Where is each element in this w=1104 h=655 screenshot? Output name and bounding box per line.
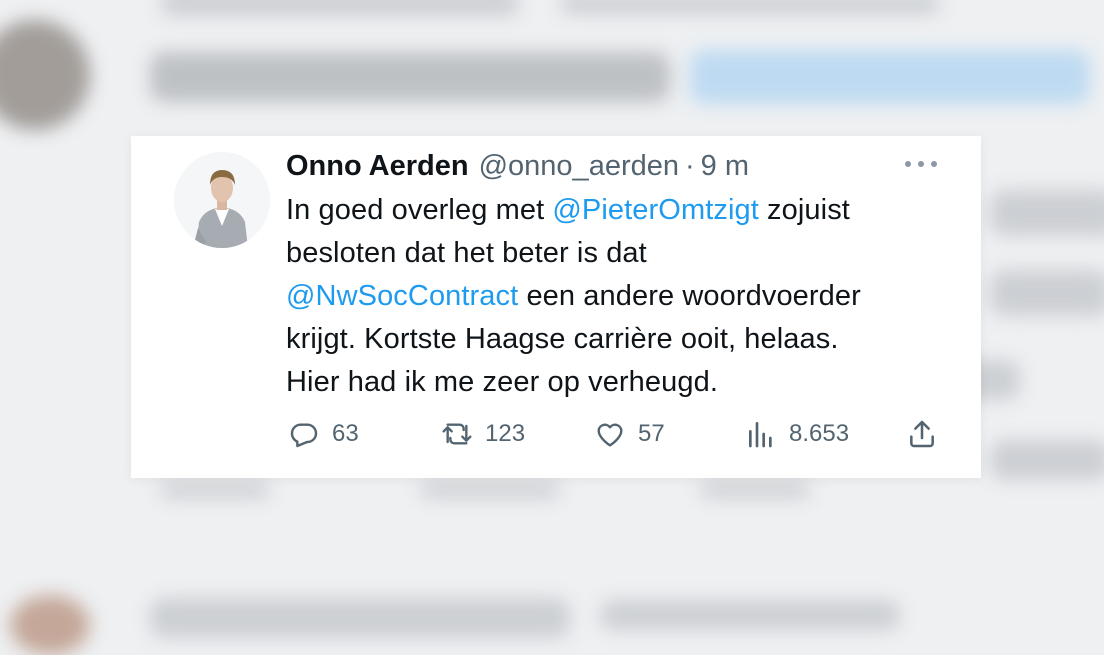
background-text-bar xyxy=(160,0,520,16)
like-button[interactable]: 57 xyxy=(594,416,665,452)
author-name[interactable]: Onno Aerden xyxy=(286,148,469,184)
text-segment: Hier had ik me zeer op verheugd. xyxy=(286,366,718,398)
tweet-line: krijgt. Kortste Haagse carrière ooit, he… xyxy=(286,318,976,361)
reply-bubble-icon xyxy=(290,423,318,448)
background-text-bar xyxy=(990,440,1104,480)
tweet-text: In goed overleg met @PieterOmtzigt zojui… xyxy=(286,189,976,404)
views-chart-icon xyxy=(749,422,772,448)
background-text-bar xyxy=(990,190,1104,236)
more-dot xyxy=(918,161,924,167)
views-count: 8.653 xyxy=(789,420,850,447)
text-segment: zojuist xyxy=(758,194,850,226)
background-text-bar xyxy=(700,482,810,498)
background-text-bar xyxy=(420,482,560,498)
separator-dot: · xyxy=(685,150,695,182)
mention-link[interactable]: @PieterOmtzigt xyxy=(552,194,759,226)
reply-count: 63 xyxy=(332,420,359,447)
text-segment: besloten dat het beter is dat xyxy=(286,237,647,269)
background-text-bar xyxy=(150,52,670,102)
tweet-timestamp[interactable]: 9 m xyxy=(701,148,749,184)
author-avatar[interactable] xyxy=(174,152,270,248)
text-segment: In goed overleg met xyxy=(286,194,553,226)
tweet-line: In goed overleg met @PieterOmtzigt zojui… xyxy=(286,189,976,232)
background-text-bar xyxy=(160,482,270,498)
retweet-button[interactable]: 123 xyxy=(441,416,525,452)
author-handle[interactable]: @onno_aerden xyxy=(479,148,679,184)
share-button[interactable] xyxy=(906,416,938,452)
more-dot xyxy=(905,161,911,167)
tweet-line: besloten dat het beter is dat xyxy=(286,232,976,275)
tweet-actions: 63 123 57 8.653 xyxy=(288,416,938,452)
background-text-bar xyxy=(600,600,900,630)
background-avatar xyxy=(10,595,90,655)
text-segment: krijgt. Kortste Haagse carrière ooit, he… xyxy=(286,323,839,355)
more-dot xyxy=(931,161,937,167)
share-upload-icon xyxy=(910,420,934,448)
background-text-bar xyxy=(150,598,570,638)
text-segment: een andere woordvoerder xyxy=(518,280,861,312)
retweet-icon xyxy=(442,423,472,445)
retweet-count: 123 xyxy=(485,420,526,447)
heart-icon xyxy=(597,423,623,447)
tweet-header: Onno Aerden @onno_aerden · 9 m xyxy=(286,148,749,184)
reply-button[interactable]: 63 xyxy=(288,416,359,452)
mention-link[interactable]: @NwSocContract xyxy=(286,280,518,312)
author-portrait-image xyxy=(174,152,270,248)
background-mention-bar xyxy=(690,50,1090,104)
tweet-card: Onno Aerden @onno_aerden · 9 m In goed o… xyxy=(131,136,981,478)
background-avatar xyxy=(0,20,90,130)
background-text-bar xyxy=(990,270,1104,316)
more-options-button[interactable] xyxy=(905,154,937,174)
tweet-line: @NwSocContract een andere woordvoerder xyxy=(286,275,976,318)
tweet-line: Hier had ik me zeer op verheugd. xyxy=(286,361,976,404)
views-button[interactable]: 8.653 xyxy=(745,416,849,452)
like-count: 57 xyxy=(638,420,665,447)
background-text-bar xyxy=(560,0,940,14)
